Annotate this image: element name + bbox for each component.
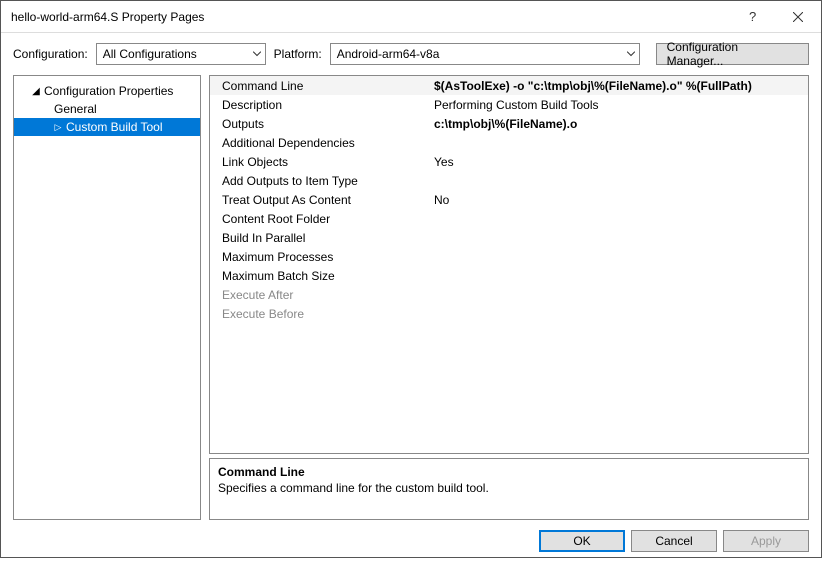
description-title: Command Line [218, 465, 800, 479]
property-label: Execute Before [210, 306, 430, 322]
property-value[interactable] [430, 180, 808, 182]
property-row[interactable]: Maximum Batch Size [210, 266, 808, 285]
property-value[interactable]: Performing Custom Build Tools [430, 97, 808, 113]
property-value[interactable] [430, 142, 808, 144]
property-value[interactable]: No [430, 192, 808, 208]
description-text: Specifies a command line for the custom … [218, 481, 800, 495]
property-label: Command Line [210, 78, 430, 94]
property-row[interactable]: Content Root Folder [210, 209, 808, 228]
property-row[interactable]: Additional Dependencies [210, 133, 808, 152]
platform-value: Android-arm64-v8a [337, 47, 440, 61]
property-row[interactable]: Link ObjectsYes [210, 152, 808, 171]
chevron-down-icon [627, 52, 635, 57]
ok-button[interactable]: OK [539, 530, 625, 552]
svg-text:?: ? [749, 10, 756, 24]
property-label: Description [210, 97, 430, 113]
property-row[interactable]: Treat Output As ContentNo [210, 190, 808, 209]
configuration-value: All Configurations [103, 47, 197, 61]
property-value[interactable]: Yes [430, 154, 808, 170]
window-title: hello-world-arm64.S Property Pages [11, 10, 729, 24]
tree-general[interactable]: General [14, 100, 200, 118]
tree-custom-build-tool[interactable]: ▷ Custom Build Tool [14, 118, 200, 136]
property-value[interactable]: c:\tmp\obj\%(FileName).o [430, 116, 808, 132]
help-button[interactable]: ? [729, 1, 775, 33]
property-value[interactable] [430, 294, 808, 296]
property-grid[interactable]: Command Line$(AsToolExe) -o "c:\tmp\obj\… [209, 75, 809, 454]
property-label: Outputs [210, 116, 430, 132]
property-row[interactable]: Maximum Processes [210, 247, 808, 266]
property-label: Treat Output As Content [210, 192, 430, 208]
property-label: Add Outputs to Item Type [210, 173, 430, 189]
tree-configuration-properties[interactable]: ◢ Configuration Properties [14, 82, 200, 100]
property-label: Additional Dependencies [210, 135, 430, 151]
property-row[interactable]: Outputsc:\tmp\obj\%(FileName).o [210, 114, 808, 133]
property-row[interactable]: Build In Parallel [210, 228, 808, 247]
close-icon [793, 12, 803, 22]
chevron-down-icon [253, 52, 261, 57]
property-row[interactable]: Add Outputs to Item Type [210, 171, 808, 190]
property-value[interactable] [430, 313, 808, 315]
tree-label: General [54, 102, 97, 116]
property-label: Maximum Processes [210, 249, 430, 265]
property-row[interactable]: Execute Before [210, 304, 808, 323]
property-label: Link Objects [210, 154, 430, 170]
property-row[interactable]: DescriptionPerforming Custom Build Tools [210, 95, 808, 114]
expand-icon: ◢ [32, 86, 40, 97]
platform-dropdown[interactable]: Android-arm64-v8a [330, 43, 640, 65]
property-label: Maximum Batch Size [210, 268, 430, 284]
platform-label: Platform: [274, 47, 322, 61]
configuration-manager-button[interactable]: Configuration Manager... [656, 43, 809, 65]
property-value[interactable] [430, 275, 808, 277]
property-value[interactable] [430, 237, 808, 239]
cancel-button[interactable]: Cancel [631, 530, 717, 552]
expand-icon: ▷ [54, 122, 62, 133]
help-icon: ? [747, 10, 757, 24]
close-button[interactable] [775, 1, 821, 33]
description-panel: Command Line Specifies a command line fo… [209, 458, 809, 520]
property-row[interactable]: Command Line$(AsToolExe) -o "c:\tmp\obj\… [210, 76, 808, 95]
property-row[interactable]: Execute After [210, 285, 808, 304]
configuration-dropdown[interactable]: All Configurations [96, 43, 266, 65]
footer: OK Cancel Apply [1, 520, 821, 564]
toolbar: Configuration: All Configurations Platfo… [1, 33, 821, 75]
apply-button: Apply [723, 530, 809, 552]
tree-label: Custom Build Tool [66, 120, 163, 134]
tree-label: Configuration Properties [44, 84, 173, 98]
property-value[interactable]: $(AsToolExe) -o "c:\tmp\obj\%(FileName).… [430, 78, 808, 94]
property-label: Build In Parallel [210, 230, 430, 246]
titlebar: hello-world-arm64.S Property Pages ? [1, 1, 821, 33]
property-value[interactable] [430, 256, 808, 258]
property-label: Execute After [210, 287, 430, 303]
property-label: Content Root Folder [210, 211, 430, 227]
configuration-label: Configuration: [13, 47, 88, 61]
tree-panel: ◢ Configuration Properties General ▷ Cus… [13, 75, 201, 520]
property-value[interactable] [430, 218, 808, 220]
